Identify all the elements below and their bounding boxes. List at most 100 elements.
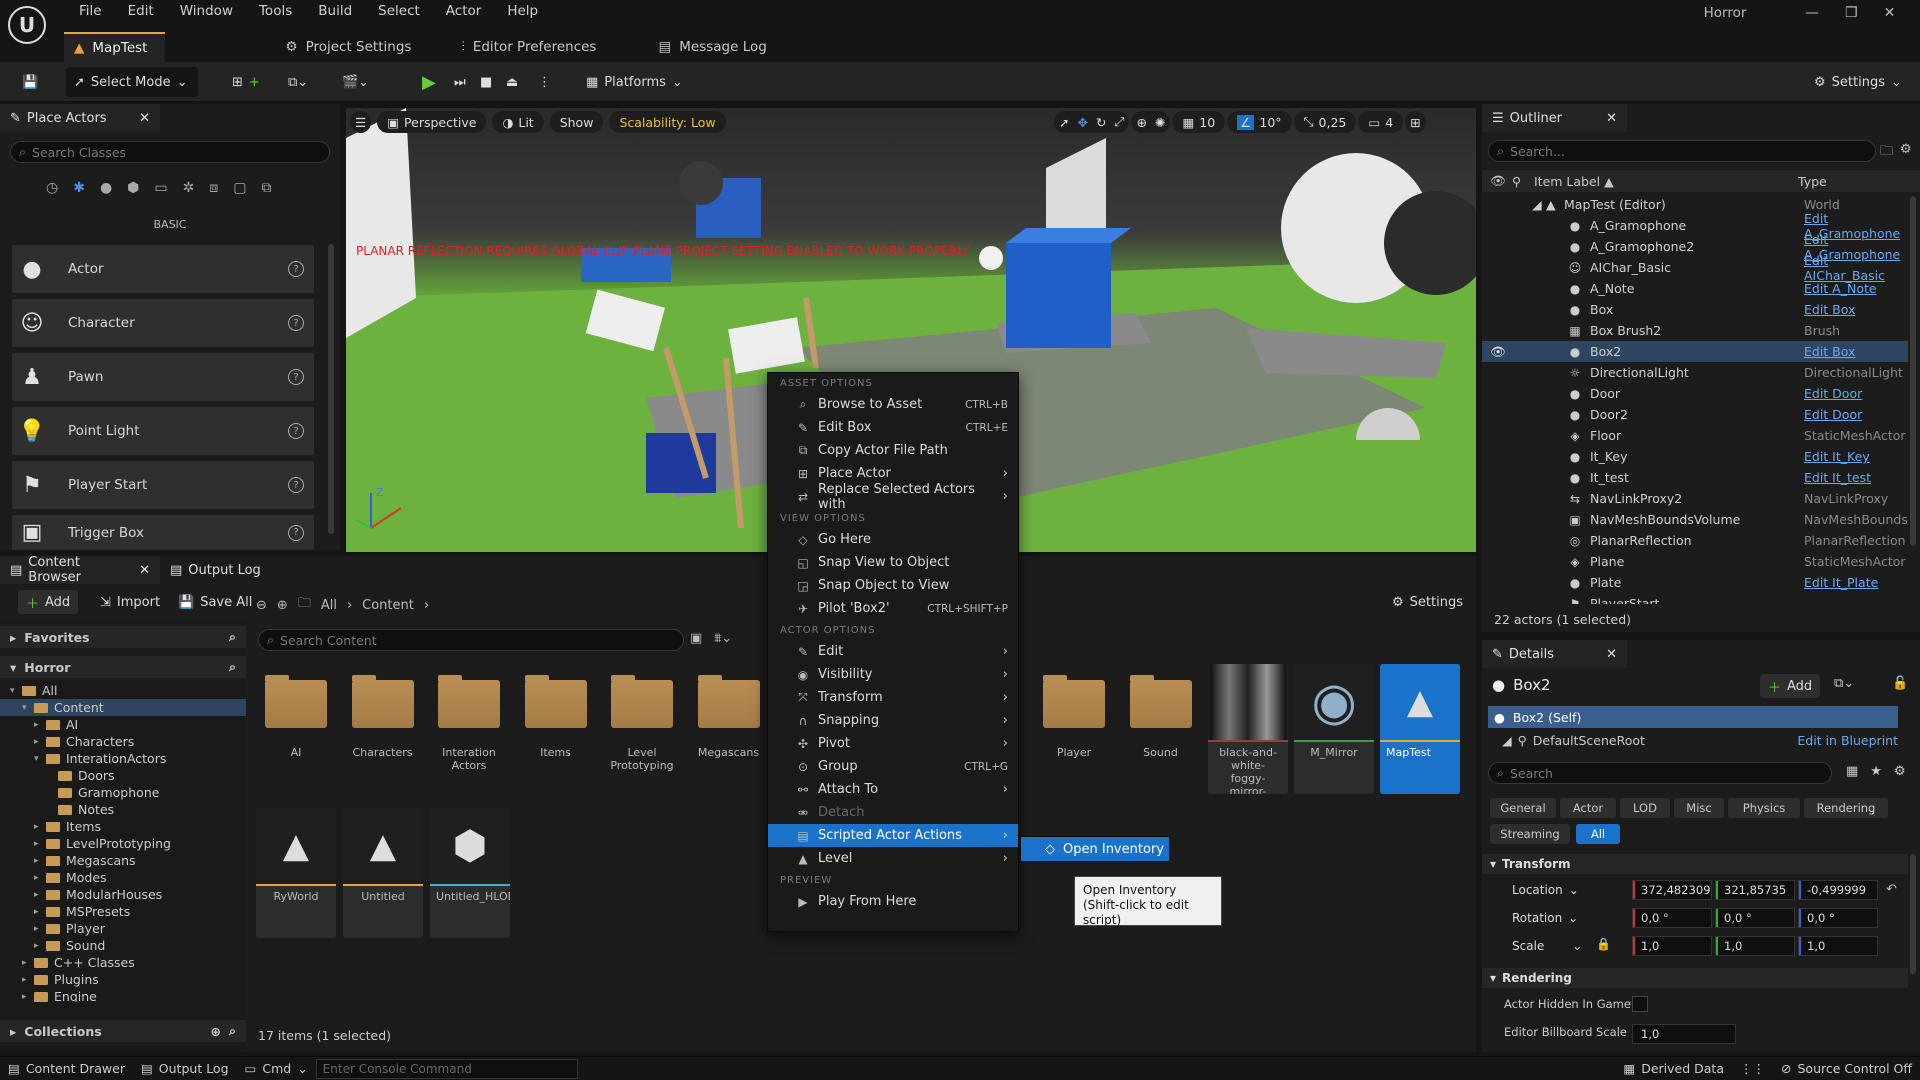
reset-icon[interactable]: ↶ <box>1886 882 1897 897</box>
folder-tile[interactable]: Player <box>1034 666 1114 796</box>
all-classes-icon[interactable]: ⧉ <box>262 180 272 196</box>
menu-window[interactable]: Window <box>167 3 246 19</box>
tab-editor-preferences[interactable]: ⫶ Editor Preferences <box>451 32 614 62</box>
maximize-icon[interactable]: ❐ <box>1845 5 1858 21</box>
actor-item-pawn[interactable]: ♟ Pawn ? <box>12 353 314 401</box>
more-options-icon[interactable]: ⋮ <box>530 67 559 97</box>
outliner-row[interactable]: ☼ DirectionalLight DirectionalLight <box>1482 362 1908 383</box>
menu-actor[interactable]: Actor <box>433 3 495 19</box>
folder-tile[interactable]: Sound <box>1121 666 1201 796</box>
filter-chip-general[interactable]: General <box>1490 798 1556 818</box>
actor-item-player-start[interactable]: ⚑ Player Start ? <box>12 461 314 509</box>
save-icon[interactable]: 💾 <box>14 67 46 97</box>
outliner-item-type[interactable]: Edit A_Note <box>1804 281 1877 296</box>
rotation-y-field[interactable]: 0,0 ° <box>1715 908 1795 928</box>
outliner-row[interactable]: ● A_Note Edit A_Note <box>1482 278 1908 299</box>
select-mode-dropdown[interactable]: ➚ Select Mode ⌄ <box>66 67 198 97</box>
folder-tile[interactable]: AI <box>256 666 336 796</box>
edit-in-blueprint-link[interactable]: Edit in Blueprint <box>1797 733 1898 748</box>
type-header[interactable]: Type <box>1798 174 1827 189</box>
rotation-dropdown[interactable]: Rotation ⌄ <box>1508 908 1582 928</box>
settings-dropdown[interactable]: ⚙ Settings ⌄ <box>1806 67 1910 97</box>
outliner-row[interactable]: ● Door Edit Door <box>1482 383 1908 404</box>
minimize-icon[interactable]: — <box>1805 5 1819 21</box>
eject-icon[interactable]: ⏏ <box>498 67 526 97</box>
outliner-item-type[interactable]: Edit Door <box>1804 407 1862 422</box>
surface-snap-icon[interactable]: ✺ <box>1155 115 1165 130</box>
gear-icon[interactable]: ⚙ <box>1900 142 1912 157</box>
filter-chip-rendering[interactable]: Rendering <box>1804 798 1888 818</box>
outliner-row[interactable]: ◎ PlanarReflection PlanarReflection <box>1482 530 1908 551</box>
tab-project-settings[interactable]: ⚙ Project Settings <box>275 32 429 62</box>
perspective-button[interactable]: ▣ Perspective <box>377 111 487 133</box>
outliner-row[interactable]: ☺ AIChar_Basic Edit AIChar_Basic <box>1482 253 1908 283</box>
outliner-row[interactable]: ● Box Edit Box <box>1482 299 1908 320</box>
tab-place-actors[interactable]: ✎ Place Actors ✕ <box>0 104 160 132</box>
asset-tile[interactable]: ◉ M_Mirror <box>1294 664 1374 794</box>
actor-item-actor[interactable]: ● Actor ? <box>12 245 314 293</box>
close-icon[interactable]: ✕ <box>1606 111 1617 126</box>
unreal-logo-icon[interactable]: U <box>8 6 46 44</box>
help-icon[interactable]: ? <box>288 261 304 277</box>
lights-icon[interactable]: ● <box>100 180 112 196</box>
rotate-tool-icon[interactable]: ↻ <box>1096 115 1106 130</box>
tab-message-log[interactable]: ▤ Message Log <box>648 32 784 62</box>
move-tool-icon[interactable]: ✥ <box>1077 115 1087 130</box>
scale-z-field[interactable]: 1,0 <box>1798 936 1878 956</box>
outliner-row[interactable]: ● It_test Edit It_test <box>1482 467 1908 488</box>
select-tool-icon[interactable]: ➚ <box>1059 115 1069 130</box>
tab-maptest[interactable]: ▲ MapTest <box>64 32 166 62</box>
menu-tools[interactable]: Tools <box>246 3 305 19</box>
actor-item-trigger-box[interactable]: ▣ Trigger Box ? <box>12 515 314 550</box>
help-icon[interactable]: ? <box>288 477 304 493</box>
help-icon[interactable]: ? <box>288 315 304 331</box>
context-item-edit-box[interactable]: ✎ Edit Box CTRL+E <box>768 416 1018 439</box>
source-control-button[interactable]: ⊘ Source Control Off <box>1773 1058 1920 1080</box>
outliner-row[interactable]: ▦ Box Brush2 Brush <box>1482 320 1908 341</box>
scale-y-field[interactable]: 1,0 <box>1715 936 1795 956</box>
filter-chip-physics[interactable]: Physics <box>1728 798 1800 818</box>
scalability-button[interactable]: Scalability: Low <box>609 111 726 133</box>
folder-tile[interactable]: Items <box>516 666 596 796</box>
component-root-row[interactable]: ◢ ⚲ DefaultSceneRoot Edit in Blueprint <box>1502 730 1898 750</box>
help-icon[interactable]: ? <box>288 524 304 541</box>
play-icon[interactable]: ▶ <box>414 67 444 97</box>
actor-item-character[interactable]: ☺ Character ? <box>12 299 314 347</box>
scale-x-field[interactable]: 1,0 <box>1632 936 1712 956</box>
context-item-browse-to-asset[interactable]: ⌕ Browse to Asset CTRL+B <box>768 393 1018 416</box>
scrollbar[interactable] <box>328 244 334 534</box>
menu-select[interactable]: Select <box>365 3 433 19</box>
transform-section-header[interactable]: ▾ Transform <box>1482 854 1908 874</box>
menu-file[interactable]: File <box>66 3 115 19</box>
scrollbar[interactable] <box>1910 196 1916 546</box>
derived-data-button[interactable]: ▦ Derived Data <box>1615 1058 1732 1080</box>
context-item-edit[interactable]: ✎ Edit › <box>768 640 1018 663</box>
add-content-icon[interactable]: ⊞ + <box>224 67 268 97</box>
location-y-field[interactable]: 321,85735 <box>1715 880 1795 900</box>
add-folder-icon[interactable]: 🗀 <box>1880 142 1893 164</box>
outliner-row[interactable]: ● It_Key Edit It_Key <box>1482 446 1908 467</box>
outliner-search-input[interactable]: ⌕ Search... <box>1488 140 1876 162</box>
cmd-dropdown[interactable]: ▭ Cmd ⌄ <box>237 1058 316 1080</box>
grid-snap-button[interactable]: ▦ 10 <box>1172 111 1226 133</box>
star-icon[interactable]: ★ <box>1870 764 1882 779</box>
folder-tile[interactable]: Megascans <box>689 666 769 796</box>
platforms-dropdown[interactable]: ▦ Platforms ⌄ <box>578 67 691 97</box>
item-label-header[interactable]: Item Label ▲ <box>1534 174 1614 189</box>
collapse-arrow-icon[interactable]: ◢ <box>1532 197 1542 212</box>
asset-tile[interactable]: ▲ Untitled <box>343 808 423 938</box>
step-icon[interactable]: ⏭ <box>446 67 474 97</box>
outliner-row[interactable]: ◈ Plane StaticMeshActor <box>1482 551 1908 572</box>
help-icon[interactable]: ? <box>288 369 304 385</box>
asset-tile[interactable]: ▲ RyWorld <box>256 808 336 938</box>
console-input[interactable]: Enter Console Command <box>315 1058 578 1079</box>
outliner-row[interactable]: ▣ NavMeshBoundsVolume NavMeshBoundsVolume <box>1482 509 1908 530</box>
outliner-row[interactable]: ● Door2 Edit Door <box>1482 404 1908 425</box>
blueprint-options-icon[interactable]: ⧉⌄ <box>1834 676 1854 691</box>
location-dropdown[interactable]: Location ⌄ <box>1508 880 1583 900</box>
scale-dropdown[interactable]: Scale ⌄ <box>1508 936 1586 956</box>
context-item-transform[interactable]: ⤧ Transform › <box>768 686 1018 709</box>
scale-lock-icon[interactable]: 🔒 <box>1596 937 1611 951</box>
details-add-button[interactable]: ＋ Add <box>1760 674 1821 698</box>
content-drawer-button[interactable]: ▤ Content Drawer <box>0 1058 133 1080</box>
